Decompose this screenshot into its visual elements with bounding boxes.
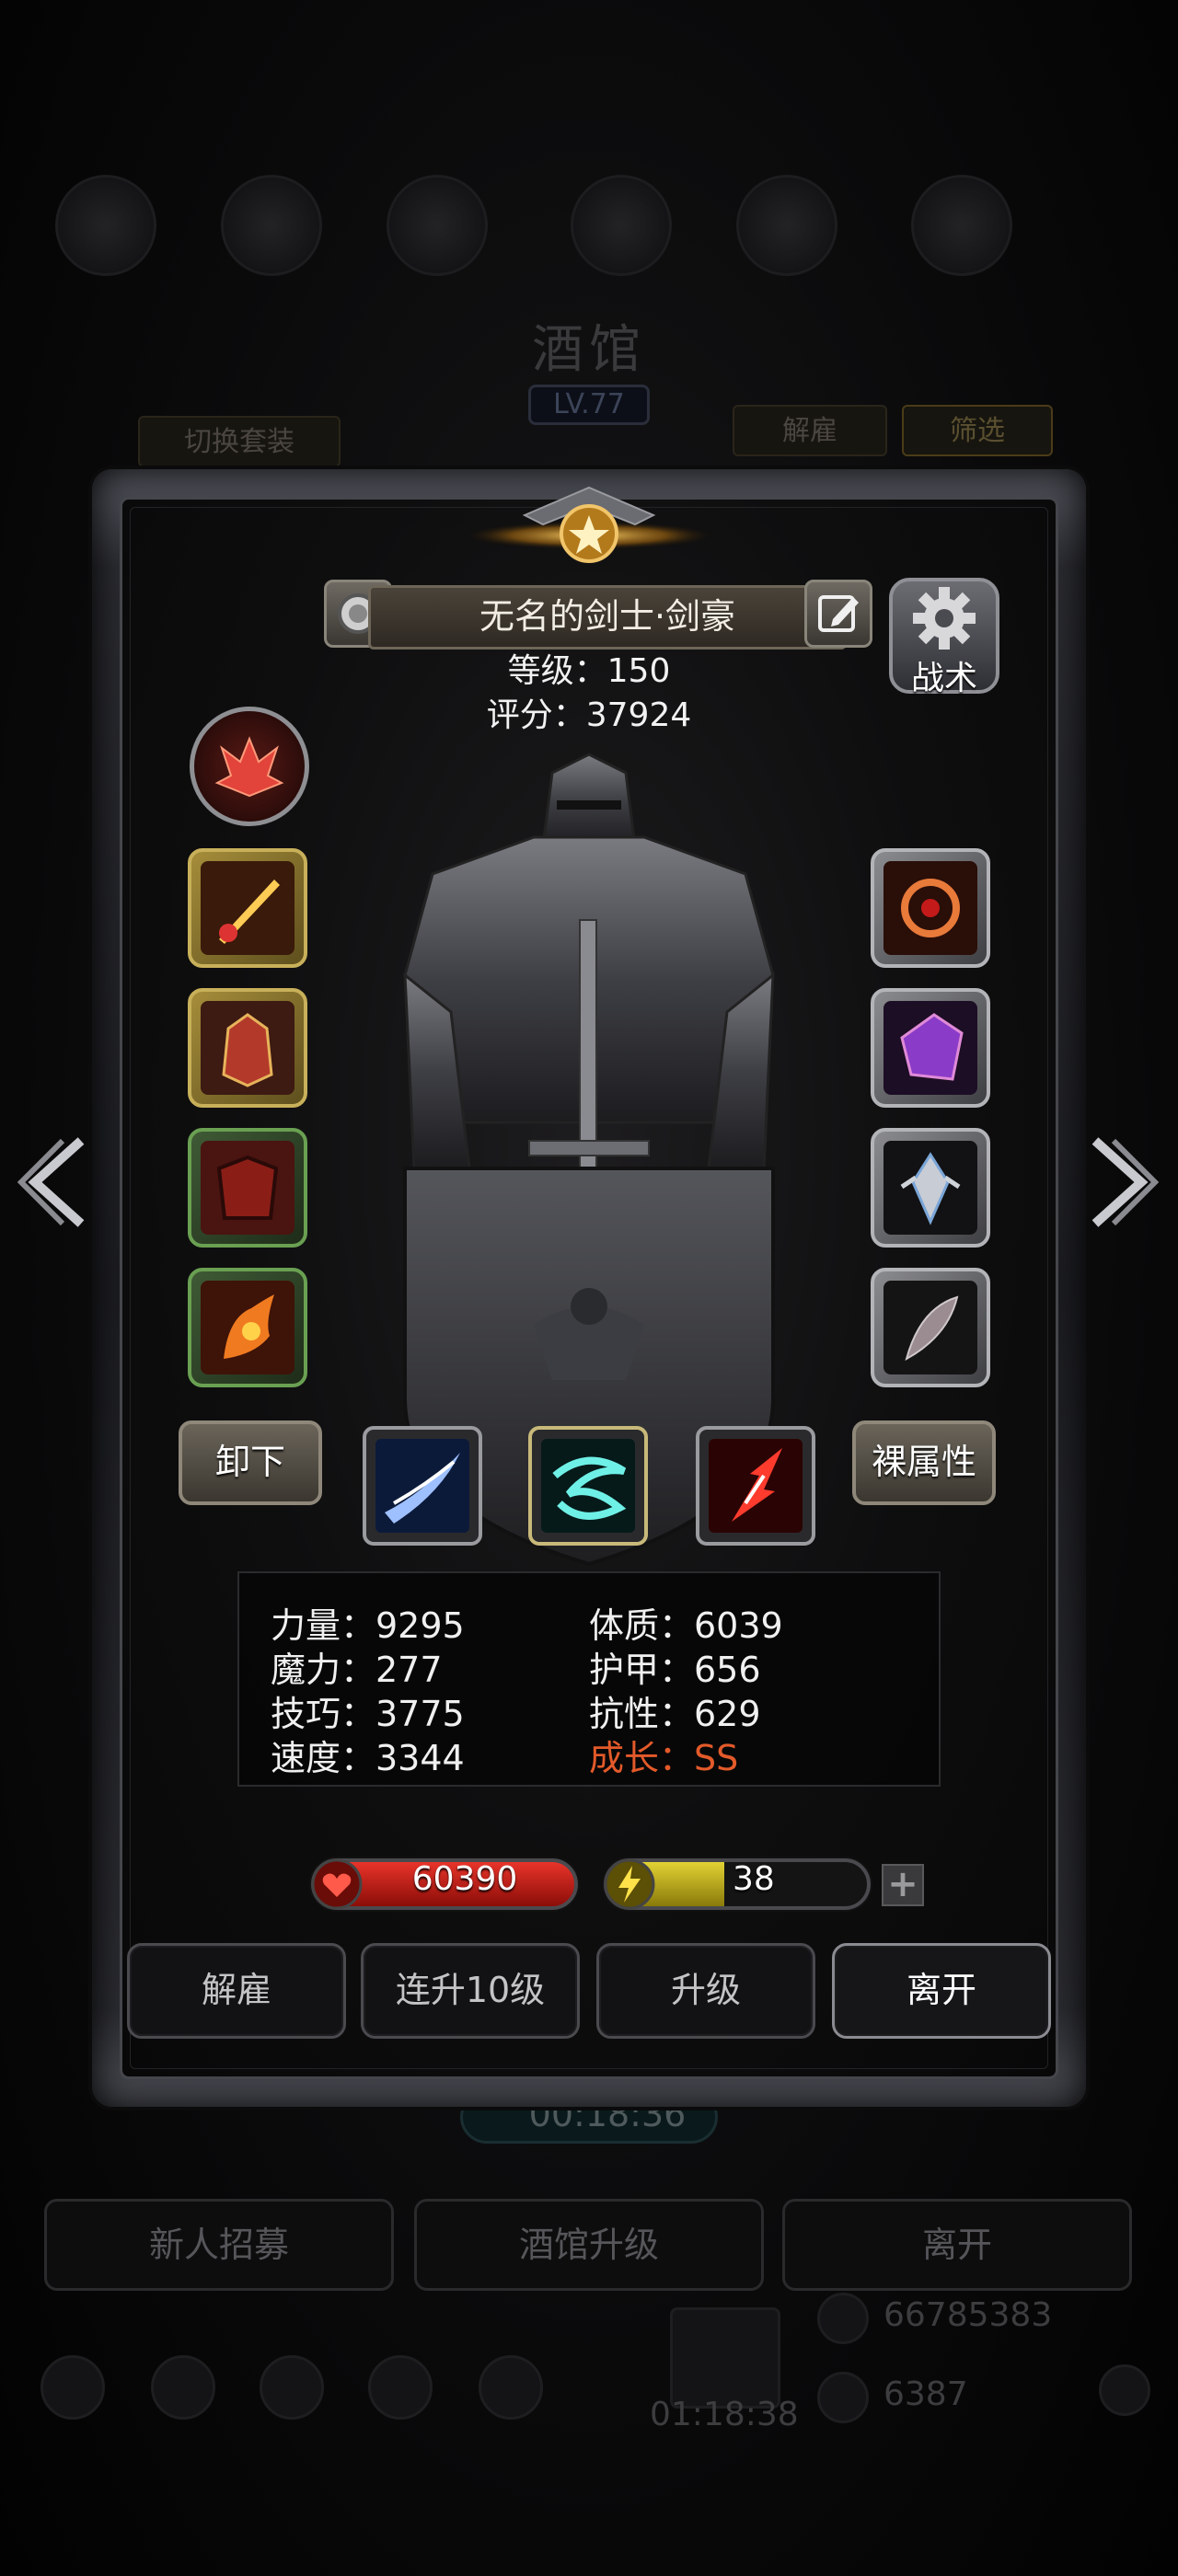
attr-speed: 速度：3344 (271, 1738, 465, 1778)
gem-slot[interactable] (871, 988, 990, 1108)
menu-circle-icon (387, 175, 488, 276)
class-badge[interactable] (190, 707, 309, 826)
lightning-icon (604, 1858, 655, 1910)
crest-emblem-icon (460, 486, 718, 563)
rename-button[interactable] (804, 580, 872, 648)
menu-circle-icon (911, 175, 1012, 276)
add-resource-icon[interactable] (1099, 2364, 1150, 2416)
bg-dismiss-button[interactable]: 解雇 (733, 405, 887, 456)
menu-circle-icon (55, 175, 156, 276)
chest-slot[interactable] (188, 1128, 307, 1248)
boots-slot[interactable] (188, 1268, 307, 1387)
charm-slot[interactable] (871, 1268, 990, 1387)
weapon-slot[interactable] (188, 848, 307, 968)
switch-outfit-button[interactable]: 切换套装 (138, 416, 341, 467)
attr-resistance: 抗性：629 (589, 1694, 761, 1734)
skill-slot-3[interactable] (696, 1426, 815, 1546)
leave-button[interactable]: 离开 (832, 1943, 1051, 2039)
emblem-slot[interactable] (871, 1128, 990, 1248)
gold-amount: 66785383 (884, 2296, 1053, 2334)
naked-attributes-button[interactable]: 裸属性 (852, 1420, 996, 1505)
energy-value: 38 (733, 1860, 775, 1898)
cyan-whirl-skill-icon (541, 1439, 635, 1533)
menu-circle-icon (221, 175, 322, 276)
helmet-armor-icon (201, 1001, 294, 1095)
filter-button[interactable]: 筛选 (902, 405, 1053, 456)
hp-value: 60390 (411, 1860, 518, 1898)
nav-circle-icon[interactable] (151, 2355, 215, 2420)
attr-magic: 魔力：277 (271, 1650, 443, 1690)
hero-name: 无名的剑士·剑豪 (368, 585, 847, 650)
menu-circle-icon (571, 175, 672, 276)
gem-icon (817, 2372, 869, 2423)
purple-crystal-icon (884, 1001, 977, 1095)
blue-slash-skill-icon (375, 1439, 469, 1533)
nav-circle-icon[interactable] (40, 2355, 105, 2420)
hero-score: 评分：37924 (486, 696, 692, 734)
skill-slot-1[interactable] (363, 1426, 482, 1546)
tavern-leave-button[interactable]: 离开 (782, 2199, 1132, 2291)
hero-level: 等级：150 (507, 652, 671, 690)
flame-claw-icon (214, 736, 284, 798)
tavern-title: 酒馆 (532, 320, 646, 380)
attr-constitution: 体质：6039 (589, 1605, 783, 1646)
helmet-slot[interactable] (188, 988, 307, 1108)
red-strike-skill-icon (709, 1439, 803, 1533)
unequip-button[interactable]: 卸下 (179, 1420, 322, 1505)
gem-amount: 6387 (884, 2375, 968, 2413)
silver-emblem-icon (884, 1141, 977, 1235)
nav-circle-icon[interactable] (260, 2355, 324, 2420)
level-up-10-button[interactable]: 连升10级 (361, 1943, 580, 2039)
attr-skill: 技巧：3775 (271, 1694, 465, 1734)
dismiss-button[interactable]: 解雇 (127, 1943, 346, 2039)
attr-strength: 力量：9295 (271, 1605, 465, 1646)
nav-circle-icon[interactable] (479, 2355, 543, 2420)
new-recruit-button[interactable]: 新人招募 (44, 2199, 394, 2291)
attr-growth: 成长：SS (589, 1738, 739, 1778)
skill-slot-2[interactable] (528, 1426, 648, 1546)
level-up-button[interactable]: 升级 (596, 1943, 815, 2039)
chest-armor-icon (201, 1141, 294, 1235)
gift-timer: 01:18:38 (650, 2396, 799, 2433)
tavern-level-badge: LV.77 (528, 385, 650, 425)
menu-circle-icon (736, 175, 837, 276)
add-energy-button[interactable]: + (882, 1864, 924, 1906)
ring-slot[interactable] (871, 848, 990, 968)
gift-box-icon[interactable] (670, 2307, 780, 2409)
next-hero-icon[interactable] (1086, 1132, 1160, 1233)
attr-armor: 护甲：656 (589, 1650, 761, 1690)
nav-circle-icon[interactable] (368, 2355, 433, 2420)
top-menu-icons (55, 175, 1123, 294)
tavern-upgrade-button[interactable]: 酒馆升级 (414, 2199, 764, 2291)
flame-boots-icon (201, 1281, 294, 1374)
tactics-label: 战术 (910, 660, 977, 697)
previous-hero-icon[interactable] (17, 1132, 90, 1233)
gear-icon (913, 587, 976, 650)
demon-ring-icon (884, 861, 977, 955)
sword-weapon-icon (201, 861, 294, 955)
feather-charm-icon (884, 1281, 977, 1374)
edit-pencil-icon (818, 595, 859, 632)
gold-coin-icon (817, 2293, 869, 2344)
heart-icon (311, 1858, 363, 1910)
